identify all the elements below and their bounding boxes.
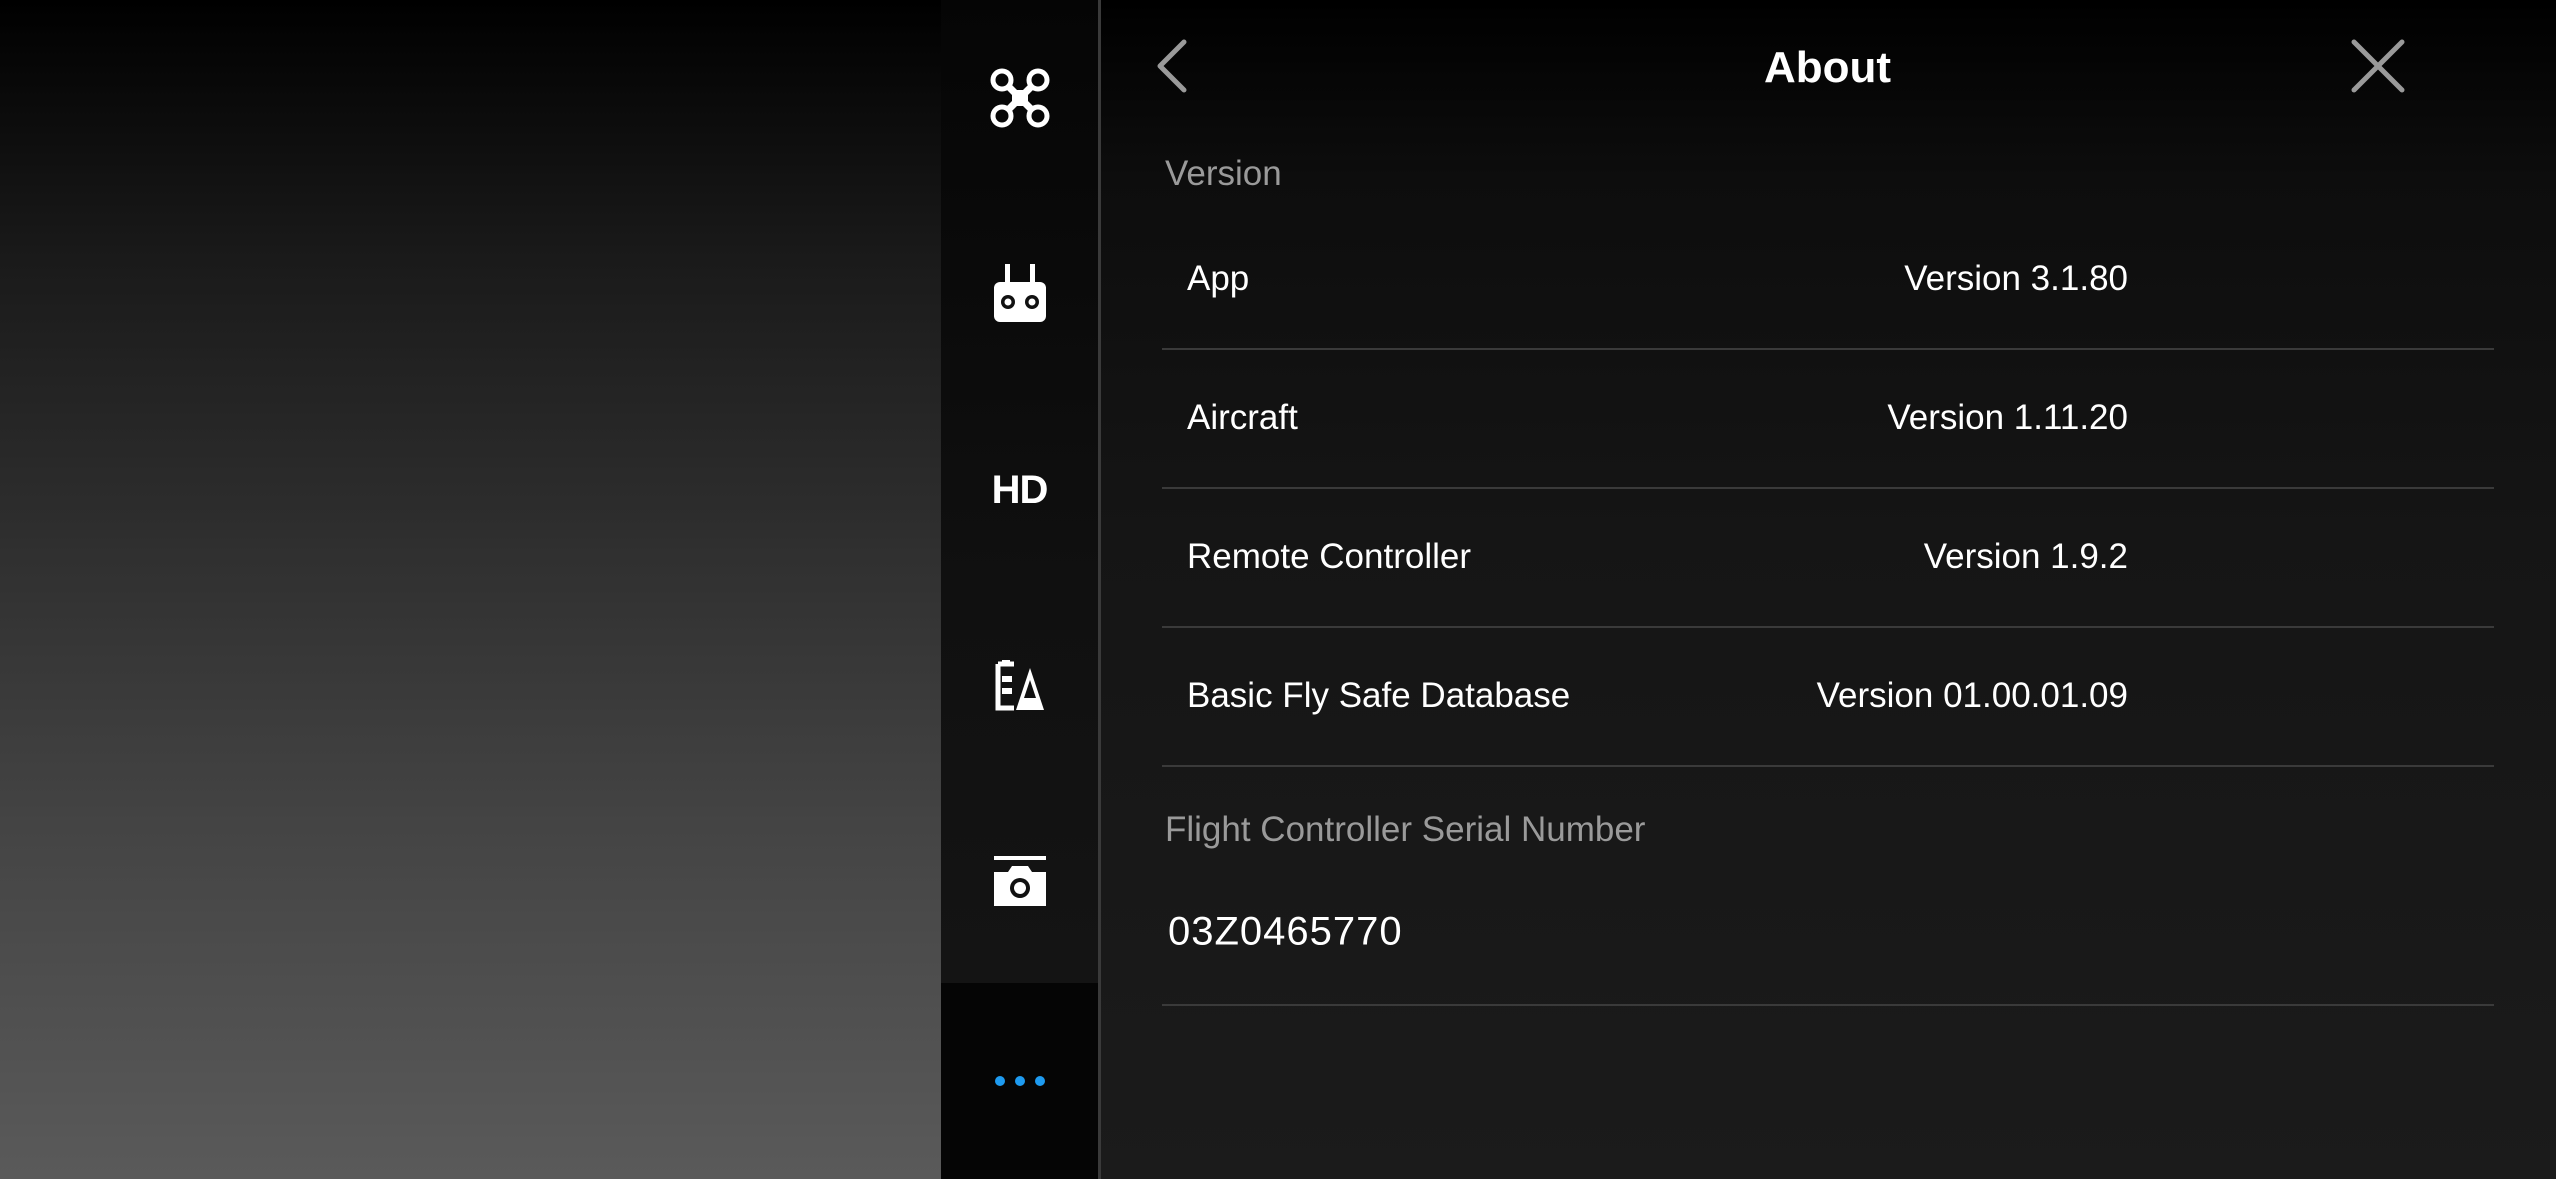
row-label: Remote Controller: [1187, 537, 1471, 576]
version-row-aircraft: Aircraft Version 1.11.20: [1162, 349, 2494, 489]
sidebar-item-remote-controller[interactable]: [941, 196, 1098, 392]
sidebar-item-more[interactable]: [941, 983, 1098, 1179]
screen: HD About Version App Version 3.1.80 Airc…: [0, 0, 2556, 1179]
camera-icon: [992, 854, 1048, 910]
back-button[interactable]: [1148, 36, 1196, 100]
close-icon: [2350, 38, 2406, 99]
serial-number-row: 03Z0465770: [1162, 860, 2494, 1006]
row-value: Version 1.9.2: [1923, 537, 2128, 576]
battery-icon: [992, 658, 1048, 714]
close-button[interactable]: [2346, 36, 2410, 100]
sidebar-item-aircraft[interactable]: [941, 0, 1098, 196]
page-title: About: [1763, 43, 1892, 92]
sidebar-item-battery[interactable]: [941, 588, 1098, 784]
chevron-left-icon: [1154, 38, 1190, 99]
row-label: Aircraft: [1187, 398, 1298, 437]
row-label: Basic Fly Safe Database: [1187, 676, 1571, 715]
remote-controller-icon: [992, 264, 1048, 324]
sidebar-item-hd[interactable]: HD: [941, 392, 1098, 588]
settings-sidebar: HD: [941, 0, 1098, 1179]
serial-number-value: 03Z0465770: [1168, 909, 1403, 954]
sidebar-item-camera[interactable]: [941, 784, 1098, 980]
version-row-app: App Version 3.1.80: [1162, 210, 2494, 350]
version-row-fly-safe-database: Basic Fly Safe Database Version 01.00.01…: [1162, 627, 2494, 767]
row-value: Version 3.1.80: [1904, 259, 2128, 298]
camera-preview: [0, 0, 941, 1179]
version-section-label: Version: [1165, 154, 1282, 193]
row-value: Version 01.00.01.09: [1816, 676, 2128, 715]
aircraft-icon: [990, 68, 1050, 128]
hd-icon: HD: [991, 467, 1049, 512]
more-icon: [992, 1073, 1048, 1089]
serial-section-label: Flight Controller Serial Number: [1165, 810, 1646, 849]
version-row-remote-controller: Remote Controller Version 1.9.2: [1162, 488, 2494, 628]
row-value: Version 1.11.20: [1887, 398, 2128, 437]
row-label: App: [1187, 259, 1250, 298]
